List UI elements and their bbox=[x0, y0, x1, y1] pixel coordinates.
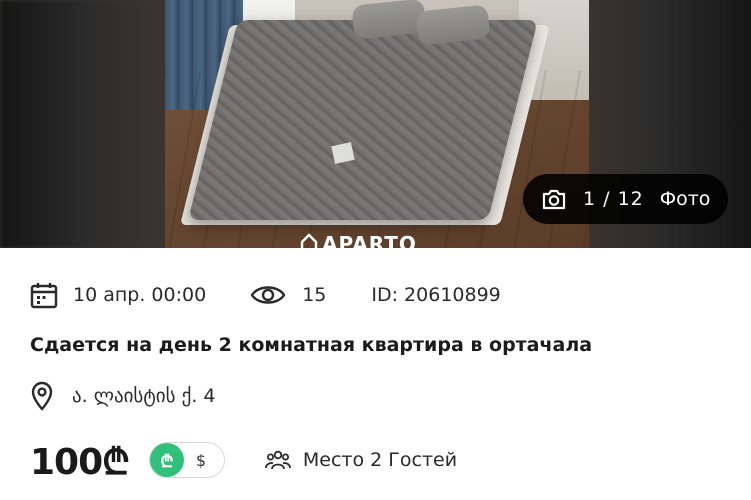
price-row: 100₾ ₾ $ Место 2 Гостей bbox=[30, 438, 457, 483]
listing-address: ა. ლაისტის ქ. 4 bbox=[30, 381, 216, 411]
guests-text: Место 2 Гостей bbox=[302, 449, 458, 471]
listing-price: 100₾ bbox=[30, 441, 130, 483]
photo-bed bbox=[188, 20, 538, 220]
photo-label: Фото bbox=[659, 188, 711, 210]
eye-icon bbox=[250, 280, 286, 310]
calendar-icon bbox=[29, 280, 59, 310]
gel-currency-button[interactable]: ₾ bbox=[149, 443, 184, 477]
listing-date: 10 апр. 00:00 bbox=[73, 284, 207, 306]
listing-meta: 10 апр. 00:00 15 ID: 20610899 bbox=[29, 280, 501, 310]
photo-counter-text: 1 / 12 bbox=[583, 188, 644, 210]
listing-photo[interactable]: APARTO 1 / 12 Фото bbox=[0, 0, 751, 248]
photo-blur-left bbox=[0, 0, 165, 248]
address-text: ა. ლაისტის ქ. 4 bbox=[72, 385, 216, 407]
location-pin-icon bbox=[30, 381, 54, 411]
currency-toggle[interactable]: ₾ $ bbox=[148, 442, 225, 478]
home-logo-icon bbox=[300, 232, 318, 248]
listing-id: ID: 20610899 bbox=[371, 284, 501, 306]
listing-card[interactable]: 10 апр. 00:00 15 ID: 20610899 Сдается на… bbox=[0, 248, 751, 500]
views-count: 15 bbox=[302, 284, 327, 306]
photo-count-badge[interactable]: 1 / 12 Фото bbox=[523, 174, 728, 224]
camera-icon bbox=[541, 186, 567, 212]
aparto-watermark: APARTO bbox=[300, 232, 417, 248]
people-icon bbox=[265, 449, 291, 471]
listing-title[interactable]: Сдается на день 2 комнатная квартира в о… bbox=[30, 334, 592, 356]
watermark-text: APARTO bbox=[322, 232, 417, 248]
guests-info: Место 2 Гостей bbox=[265, 449, 457, 471]
usd-currency-button[interactable]: $ bbox=[196, 451, 206, 470]
